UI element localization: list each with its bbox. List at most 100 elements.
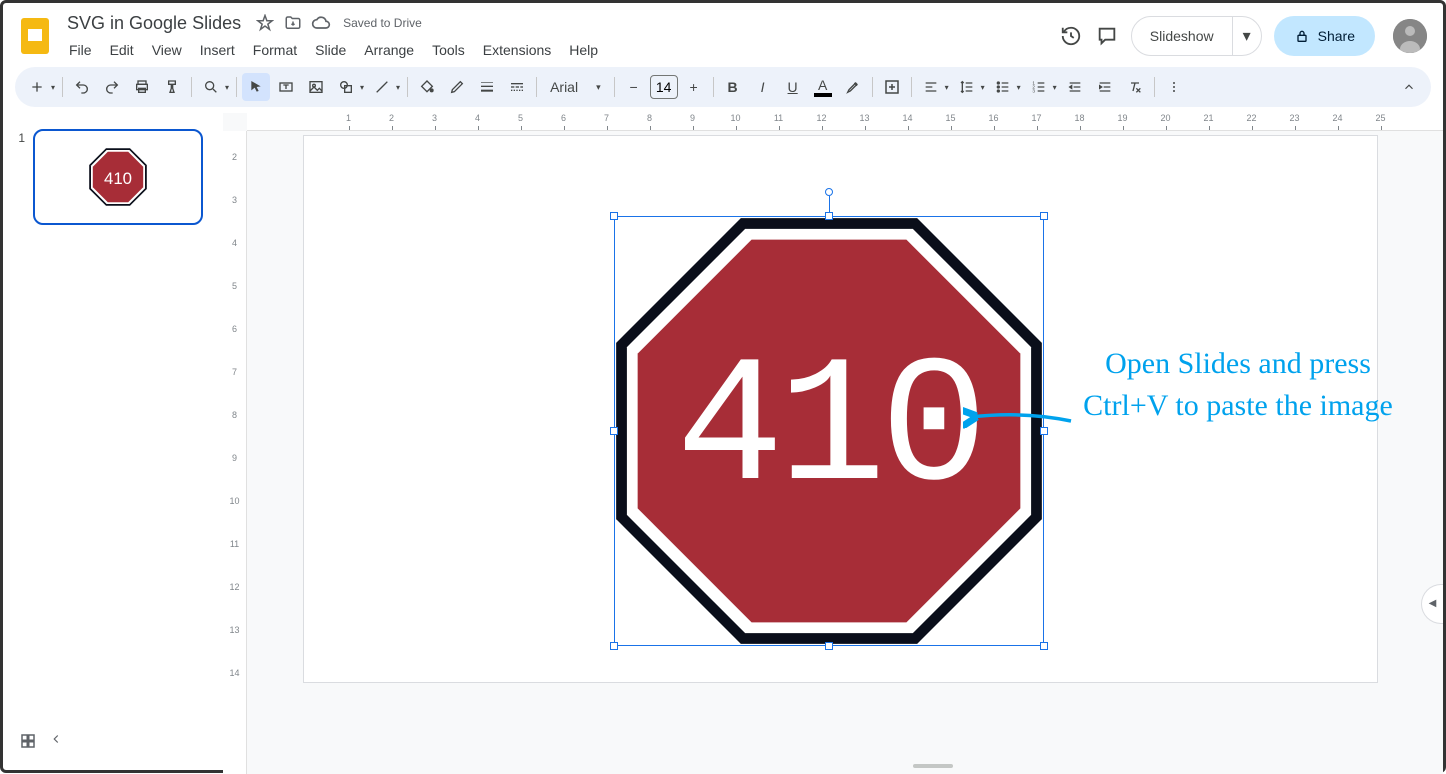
- annotation-arrow-icon: [963, 403, 1073, 433]
- shape-dropdown-icon[interactable]: ▾: [360, 83, 364, 92]
- vertical-ruler: 234567891011121314: [223, 131, 247, 774]
- comment-icon[interactable]: [1095, 24, 1119, 48]
- decrease-indent-button[interactable]: [1061, 73, 1089, 101]
- history-icon[interactable]: [1059, 24, 1083, 48]
- numbered-list-dropdown-icon[interactable]: ▾: [1053, 83, 1057, 92]
- star-icon[interactable]: [255, 13, 275, 33]
- fill-color-button[interactable]: [413, 73, 441, 101]
- ruler-h-tick: 7: [585, 113, 628, 130]
- menu-help[interactable]: Help: [561, 38, 606, 62]
- line-button[interactable]: [368, 73, 396, 101]
- image-button[interactable]: [302, 73, 330, 101]
- ruler-h-tick: 25: [1359, 113, 1402, 130]
- numbered-list-button[interactable]: 123: [1025, 73, 1053, 101]
- slide-thumbnail[interactable]: 410: [33, 129, 203, 225]
- ruler-h-tick: 18: [1058, 113, 1101, 130]
- shape-button[interactable]: [332, 73, 360, 101]
- line-spacing-dropdown-icon[interactable]: ▾: [981, 83, 985, 92]
- resize-handle-w[interactable]: [610, 427, 618, 435]
- increase-font-size-button[interactable]: +: [680, 73, 708, 101]
- ruler-h-tick: 10: [714, 113, 757, 130]
- font-family-select[interactable]: Arial▾: [542, 79, 609, 95]
- line-dropdown-icon[interactable]: ▾: [396, 83, 400, 92]
- increase-indent-button[interactable]: [1091, 73, 1119, 101]
- ruler-h-tick: 9: [671, 113, 714, 130]
- share-button[interactable]: Share: [1274, 16, 1375, 56]
- svg-text:410: 410: [104, 169, 132, 188]
- user-avatar[interactable]: [1393, 19, 1427, 53]
- menu-view[interactable]: View: [144, 38, 190, 62]
- move-to-folder-icon[interactable]: [283, 13, 303, 33]
- highlight-color-button[interactable]: [839, 73, 867, 101]
- zoom-button[interactable]: [197, 73, 225, 101]
- collapse-filmstrip-icon[interactable]: [49, 732, 63, 750]
- decrease-font-size-button[interactable]: −: [620, 73, 648, 101]
- ruler-h-tick: 21: [1187, 113, 1230, 130]
- resize-handle-sw[interactable]: [610, 642, 618, 650]
- bulleted-list-dropdown-icon[interactable]: ▾: [1017, 83, 1021, 92]
- text-color-swatch: [814, 93, 832, 97]
- document-title[interactable]: SVG in Google Slides: [61, 11, 247, 36]
- annotation-text: Open Slides and press Ctrl+V to paste th…: [1073, 343, 1403, 427]
- grid-view-icon[interactable]: [19, 732, 37, 750]
- ruler-v-tick: 10: [223, 479, 246, 522]
- zoom-dropdown-icon[interactable]: ▾: [225, 83, 229, 92]
- slideshow-dropdown-icon[interactable]: ▾: [1233, 17, 1261, 55]
- slideshow-button[interactable]: Slideshow ▾: [1131, 16, 1262, 56]
- ruler-h-tick: 16: [972, 113, 1015, 130]
- new-slide-dropdown-icon[interactable]: ▾: [51, 83, 55, 92]
- menu-edit[interactable]: Edit: [102, 38, 142, 62]
- paint-format-button[interactable]: [158, 73, 186, 101]
- bold-button[interactable]: B: [719, 73, 747, 101]
- ruler-h-tick: 4: [456, 113, 499, 130]
- toolbar: ▾ ▾ ▾ ▾ Arial▾ − + B I U A: [15, 67, 1431, 107]
- ruler-v-tick: 4: [223, 221, 246, 264]
- border-color-button[interactable]: [443, 73, 471, 101]
- undo-button[interactable]: [68, 73, 96, 101]
- resize-handle-se[interactable]: [1040, 642, 1048, 650]
- ruler-h-tick: 6: [542, 113, 585, 130]
- speaker-notes-handle[interactable]: [913, 764, 953, 768]
- slide-thumbnail-row: 1 410: [11, 129, 215, 225]
- menu-tools[interactable]: Tools: [424, 38, 473, 62]
- border-dash-button[interactable]: [503, 73, 531, 101]
- bulleted-list-button[interactable]: [989, 73, 1017, 101]
- ruler-v-tick: 11: [223, 522, 246, 565]
- collapse-toolbar-button[interactable]: [1395, 73, 1423, 101]
- resize-handle-n[interactable]: [825, 212, 833, 220]
- align-button[interactable]: [917, 73, 945, 101]
- menu-insert[interactable]: Insert: [192, 38, 243, 62]
- cloud-saved-icon[interactable]: [311, 13, 331, 33]
- textbox-button[interactable]: [272, 73, 300, 101]
- resize-handle-s[interactable]: [825, 642, 833, 650]
- filmstrip: 1 410: [3, 113, 223, 774]
- select-tool-button[interactable]: [242, 73, 270, 101]
- slides-logo-icon[interactable]: [17, 18, 53, 54]
- text-color-button[interactable]: A: [809, 73, 837, 101]
- font-size-input[interactable]: [650, 75, 678, 99]
- italic-button[interactable]: I: [749, 73, 777, 101]
- slide-number: 1: [11, 129, 25, 145]
- insert-link-button[interactable]: [878, 73, 906, 101]
- redo-button[interactable]: [98, 73, 126, 101]
- menu-bar: File Edit View Insert Format Slide Arran…: [61, 38, 1059, 62]
- rotate-handle[interactable]: [825, 188, 833, 196]
- resize-handle-nw[interactable]: [610, 212, 618, 220]
- ruler-h-tick: 15: [929, 113, 972, 130]
- menu-arrange[interactable]: Arrange: [356, 38, 422, 62]
- slideshow-button-label[interactable]: Slideshow: [1132, 17, 1233, 55]
- print-button[interactable]: [128, 73, 156, 101]
- more-button[interactable]: [1160, 73, 1188, 101]
- menu-file[interactable]: File: [61, 38, 100, 62]
- ruler-v-tick: 6: [223, 307, 246, 350]
- line-spacing-button[interactable]: [953, 73, 981, 101]
- align-dropdown-icon[interactable]: ▾: [945, 83, 949, 92]
- clear-formatting-button[interactable]: [1121, 73, 1149, 101]
- menu-format[interactable]: Format: [245, 38, 305, 62]
- border-weight-button[interactable]: [473, 73, 501, 101]
- menu-extensions[interactable]: Extensions: [475, 38, 559, 62]
- resize-handle-ne[interactable]: [1040, 212, 1048, 220]
- underline-button[interactable]: U: [779, 73, 807, 101]
- menu-slide[interactable]: Slide: [307, 38, 354, 62]
- new-slide-button[interactable]: [23, 73, 51, 101]
